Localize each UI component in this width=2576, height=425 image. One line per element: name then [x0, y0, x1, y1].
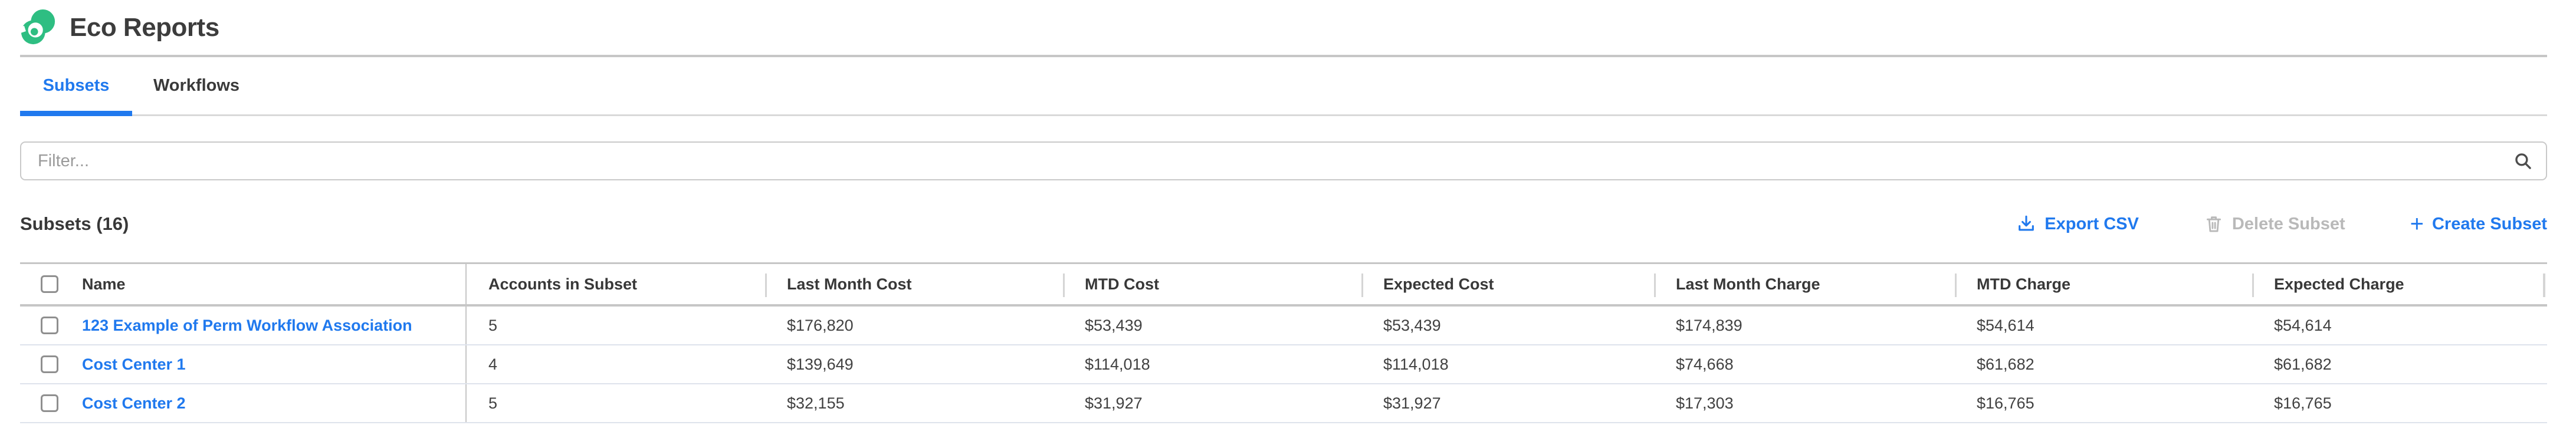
mtd-charge-cell: $61,682	[1955, 345, 2252, 383]
table-row: Cost Center 1 4 $139,649 $114,018 $114,0…	[20, 345, 2547, 384]
name-cell: Cost Center 1	[20, 345, 467, 383]
page-title: Eco Reports	[70, 13, 219, 42]
last-month-cost-cell: $139,649	[765, 345, 1063, 383]
app-logo-icon	[20, 9, 57, 46]
column-header-accounts[interactable]: Accounts in Subset	[467, 264, 765, 304]
tab-subsets[interactable]: Subsets	[20, 57, 132, 114]
download-icon	[2016, 214, 2036, 234]
name-cell: 123 Example of Perm Workflow Association	[20, 307, 467, 344]
column-header-mtd-charge[interactable]: MTD Charge	[1955, 264, 2252, 304]
app-header: Eco Reports	[20, 0, 2547, 57]
search-icon[interactable]	[2513, 151, 2533, 171]
column-header-mtd-cost[interactable]: MTD Cost	[1063, 264, 1361, 304]
create-subset-label: Create Subset	[2432, 215, 2547, 234]
tab-bar: Subsets Workflows	[20, 57, 2547, 116]
column-header-name-label: Name	[82, 275, 126, 294]
subset-name-link[interactable]: Cost Center 2	[82, 394, 186, 413]
column-header-name[interactable]: Name	[20, 264, 467, 304]
table-row: 123 Example of Perm Workflow Association…	[20, 307, 2547, 345]
toolbar-actions: Export CSV Delete Subset + Create Subset	[2016, 214, 2547, 234]
content-area: Eco Reports Subsets Workflows Subsets (1…	[20, 0, 2547, 423]
filter-input[interactable]	[20, 141, 2547, 180]
column-header-last-month-cost[interactable]: Last Month Cost	[765, 264, 1063, 304]
name-cell: Cost Center 2	[20, 384, 467, 422]
create-subset-button[interactable]: + Create Subset	[2410, 215, 2547, 234]
last-month-cost-cell: $176,820	[765, 307, 1063, 344]
filter-container	[20, 141, 2547, 180]
delete-subset-button[interactable]: Delete Subset	[2204, 214, 2345, 234]
last-month-cost-cell: $32,155	[765, 384, 1063, 422]
subsets-heading: Subsets (16)	[20, 213, 129, 235]
column-header-expected-charge[interactable]: Expected Charge	[2252, 264, 2547, 304]
last-month-charge-cell: $17,303	[1654, 384, 1955, 422]
toolbar: Subsets (16) Export CSV Delete Subset	[20, 207, 2547, 240]
expected-cost-cell: $53,439	[1361, 307, 1654, 344]
active-tab-indicator	[20, 111, 132, 116]
column-header-expected-cost[interactable]: Expected Cost	[1361, 264, 1654, 304]
delete-subset-label: Delete Subset	[2232, 215, 2345, 234]
mtd-charge-cell: $54,614	[1955, 307, 2252, 344]
table-row: Cost Center 2 5 $32,155 $31,927 $31,927 …	[20, 384, 2547, 423]
export-csv-label: Export CSV	[2045, 215, 2139, 234]
expected-charge-cell: $54,614	[2252, 307, 2547, 344]
expected-charge-cell: $61,682	[2252, 345, 2547, 383]
mtd-cost-cell: $53,439	[1063, 307, 1361, 344]
table-header-row: Name Accounts in Subset Last Month Cost …	[20, 264, 2547, 307]
mtd-cost-cell: $31,927	[1063, 384, 1361, 422]
last-month-charge-cell: $174,839	[1654, 307, 1955, 344]
tab-workflows-label: Workflows	[153, 76, 239, 95]
row-checkbox[interactable]	[41, 317, 58, 334]
expected-cost-cell: $31,927	[1361, 384, 1654, 422]
export-csv-button[interactable]: Export CSV	[2016, 214, 2139, 234]
last-month-charge-cell: $74,668	[1654, 345, 1955, 383]
tab-subsets-label: Subsets	[43, 76, 110, 95]
subsets-table: Name Accounts in Subset Last Month Cost …	[20, 262, 2547, 423]
page: Eco Reports Subsets Workflows Subsets (1…	[0, 0, 2576, 425]
accounts-cell: 5	[467, 384, 765, 422]
select-all-checkbox[interactable]	[41, 275, 58, 293]
subset-name-link[interactable]: 123 Example of Perm Workflow Association	[82, 317, 412, 335]
table-body: 123 Example of Perm Workflow Association…	[20, 307, 2547, 423]
row-checkbox[interactable]	[41, 355, 58, 373]
mtd-cost-cell: $114,018	[1063, 345, 1361, 383]
expected-charge-cell: $16,765	[2252, 384, 2547, 422]
mtd-charge-cell: $16,765	[1955, 384, 2252, 422]
expected-cost-cell: $114,018	[1361, 345, 1654, 383]
accounts-cell: 5	[467, 307, 765, 344]
trash-icon	[2204, 214, 2224, 234]
plus-icon: +	[2410, 215, 2424, 233]
subset-name-link[interactable]: Cost Center 1	[82, 355, 186, 374]
tab-workflows[interactable]: Workflows	[132, 57, 261, 114]
row-checkbox[interactable]	[41, 394, 58, 412]
column-header-last-month-charge[interactable]: Last Month Charge	[1654, 264, 1955, 304]
accounts-cell: 4	[467, 345, 765, 383]
